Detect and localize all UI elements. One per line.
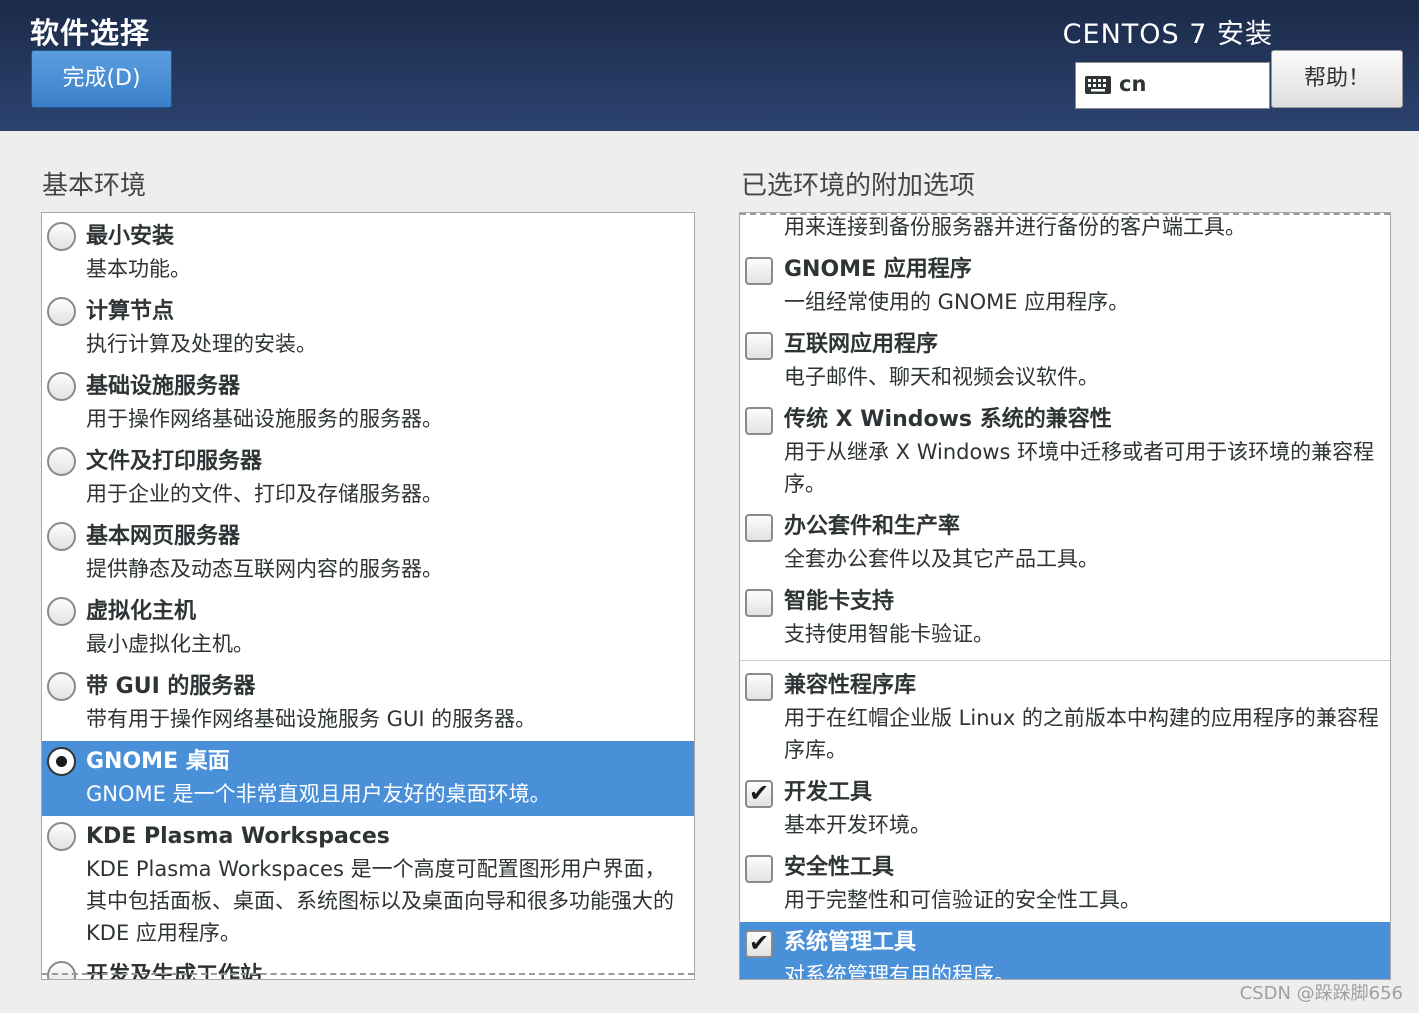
radio-unchecked-icon[interactable] [47, 222, 76, 251]
environment-option[interactable]: 开发及生成工作站用于软件、硬件、图形或者内容开发的工作站。 [42, 955, 694, 980]
base-environment-items: 最小安装基本功能。计算节点执行计算及处理的安装。 基础设施服务器用于操作网络基础设… [42, 216, 694, 980]
option-description: 基本开发环境。 [784, 813, 931, 837]
addons-list[interactable]: 备份客户端用来连接到备份服务器并进行备份的客户端工具。GNOME 应用程序一组经… [739, 212, 1391, 980]
done-button[interactable]: 完成(D) [31, 50, 172, 108]
environment-option[interactable]: 文件及打印服务器用于企业的文件、打印及存储服务器。 [42, 441, 694, 516]
option-description: 用于操作网络基础设施服务的服务器。 [86, 407, 443, 431]
option-description: 执行计算及处理的安装。 [86, 332, 317, 356]
environment-option[interactable]: KDE Plasma Workspaces KDE Plasma Workspac… [42, 816, 694, 955]
option-title: 最小安装 [86, 224, 175, 249]
checkbox-unchecked-icon[interactable] [745, 855, 773, 883]
addon-option[interactable]: 传统 X Windows 系统的兼容性用于从继承 X Windows 环境中迁移… [740, 399, 1390, 506]
checkbox-unchecked-icon[interactable] [745, 257, 773, 285]
addon-items: 备份客户端用来连接到备份服务器并进行备份的客户端工具。GNOME 应用程序一组经… [740, 213, 1390, 980]
option-description: GNOME 是一个非常直观且用户友好的桌面环境。 [86, 782, 551, 806]
option-description: 用于从继承 X Windows 环境中迁移或者可用于该环境的兼容程序。 [784, 440, 1375, 496]
scroll-edge-top [740, 213, 1390, 216]
header-bar: 软件选择 完成(D) CENTOS 7 安装 cn 帮助！ [0, 0, 1419, 131]
spoke-title: 软件选择 [30, 16, 151, 50]
environment-option[interactable]: GNOME 桌面 GNOME 是一个非常直观且用户友好的桌面环境。 [42, 741, 694, 816]
option-description: 电子邮件、聊天和视频会议软件。 [784, 365, 1099, 389]
radio-unchecked-icon[interactable] [47, 522, 76, 551]
radio-unchecked-icon[interactable] [47, 597, 76, 626]
addon-option[interactable]: GNOME 应用程序一组经常使用的 GNOME 应用程序。 [740, 249, 1390, 324]
addon-separator [740, 660, 1390, 661]
radio-unchecked-icon[interactable] [47, 447, 76, 476]
environment-option[interactable]: 计算节点执行计算及处理的安装。 [42, 291, 694, 366]
option-title: 传统 X Windows 系统的兼容性 [784, 407, 1112, 432]
scroll-edge-bottom [42, 973, 694, 975]
checkbox-unchecked-icon[interactable] [745, 673, 773, 701]
addon-option[interactable]: 办公套件和生产率全套办公套件以及其它产品工具。 [740, 506, 1390, 581]
option-description: 提供静态及动态互联网内容的服务器。 [86, 557, 443, 581]
addon-option[interactable]: 互联网应用程序电子邮件、聊天和视频会议软件。 [740, 324, 1390, 399]
option-title: GNOME 应用程序 [784, 257, 972, 282]
radio-unchecked-icon[interactable] [47, 372, 76, 401]
base-environment-heading: 基本环境 [42, 171, 147, 201]
help-button[interactable]: 帮助！ [1271, 50, 1403, 108]
option-title: 智能卡支持 [784, 589, 895, 614]
watermark: CSDN @跺跺脚656 [1239, 983, 1403, 1004]
environment-option[interactable]: 虚拟化主机最小虚拟化主机。 [42, 591, 694, 666]
base-environment-list[interactable]: 最小安装基本功能。计算节点执行计算及处理的安装。 基础设施服务器用于操作网络基础设… [41, 212, 695, 980]
option-title: 兼容性程序库 [784, 673, 917, 698]
option-description: 全套办公套件以及其它产品工具。 [784, 547, 1099, 571]
environment-option[interactable]: 基本网页服务器提供静态及动态互联网内容的服务器。 [42, 516, 694, 591]
option-title: 虚拟化主机 [86, 599, 197, 624]
addon-option[interactable]: 智能卡支持支持使用智能卡验证。 [740, 581, 1390, 656]
addon-option[interactable]: 备份客户端用来连接到备份服务器并进行备份的客户端工具。 [740, 213, 1390, 249]
checkmark-icon: ✔ [748, 929, 770, 957]
checkbox-unchecked-icon[interactable] [745, 407, 773, 435]
option-description: 用于在红帽企业版 Linux 的之前版本中构建的应用程序的兼容程序库。 [784, 706, 1379, 762]
option-title: 文件及打印服务器 [86, 449, 263, 474]
checkbox-checked-icon[interactable]: ✔ [745, 780, 773, 808]
option-description: KDE Plasma Workspaces 是一个高度可配置图形用户界面，其中包… [86, 857, 674, 945]
option-title: 基础设施服务器 [86, 374, 241, 399]
option-description: 用来连接到备份服务器并进行备份的客户端工具。 [784, 215, 1246, 239]
option-description: 基本功能。 [86, 257, 191, 281]
option-title: 带 GUI 的服务器 [86, 674, 256, 699]
addon-option[interactable]: ✔ 开发工具基本开发环境。 [740, 772, 1390, 847]
option-title: 办公套件和生产率 [784, 514, 961, 539]
option-title: KDE Plasma Workspaces [86, 824, 390, 849]
option-title: 开发工具 [784, 780, 873, 805]
environment-option[interactable]: 带 GUI 的服务器带有用于操作网络基础设施服务 GUI 的服务器。 [42, 666, 694, 741]
checkbox-unchecked-icon[interactable] [745, 514, 773, 542]
checkbox-unchecked-icon[interactable] [745, 332, 773, 360]
option-title: 互联网应用程序 [784, 332, 939, 357]
environment-option[interactable]: 基础设施服务器用于操作网络基础设施服务的服务器。 [42, 366, 694, 441]
radio-unchecked-icon[interactable] [47, 297, 76, 326]
option-title: 开发及生成工作站 [86, 963, 263, 980]
radio-unchecked-icon[interactable] [47, 822, 76, 851]
addon-option[interactable]: ✔ 系统管理工具对系统管理有用的程序。 [740, 922, 1390, 980]
radio-checked-icon[interactable] [47, 747, 76, 776]
option-title: 安全性工具 [784, 855, 895, 880]
radio-unchecked-icon[interactable] [47, 961, 76, 979]
radio-unchecked-icon[interactable] [47, 672, 76, 701]
option-description: 最小虚拟化主机。 [86, 632, 254, 656]
environment-option[interactable]: 最小安装 基本功能。 [42, 216, 694, 291]
keyboard-icon [1085, 76, 1111, 94]
option-description: 支持使用智能卡验证。 [784, 622, 994, 646]
keyboard-layout-label: cn [1119, 72, 1147, 96]
product-title: CENTOS 7 安装 [1062, 19, 1273, 50]
option-description: 一组经常使用的 GNOME 应用程序。 [784, 290, 1130, 314]
addon-option[interactable]: 兼容性程序库用于在红帽企业版 Linux 的之前版本中构建的应用程序的兼容程序库… [740, 665, 1390, 772]
option-description: 带有用于操作网络基础设施服务 GUI 的服务器。 [86, 707, 537, 731]
addons-heading: 已选环境的附加选项 [741, 171, 976, 201]
option-title: GNOME 桌面 [86, 749, 230, 774]
option-title: 计算节点 [86, 299, 175, 324]
checkmark-icon: ✔ [748, 779, 770, 807]
addon-option[interactable]: 安全性工具用于完整性和可信验证的安全性工具。 [740, 847, 1390, 922]
keyboard-layout-indicator[interactable]: cn [1075, 62, 1270, 109]
option-description: 对系统管理有用的程序。 [784, 963, 1015, 980]
checkbox-checked-icon[interactable]: ✔ [745, 930, 773, 958]
option-title: 系统管理工具 [784, 930, 917, 955]
option-description: 用于完整性和可信验证的安全性工具。 [784, 888, 1141, 912]
option-title: 基本网页服务器 [86, 524, 241, 549]
option-description: 用于企业的文件、打印及存储服务器。 [86, 482, 443, 506]
checkbox-unchecked-icon[interactable] [745, 589, 773, 617]
